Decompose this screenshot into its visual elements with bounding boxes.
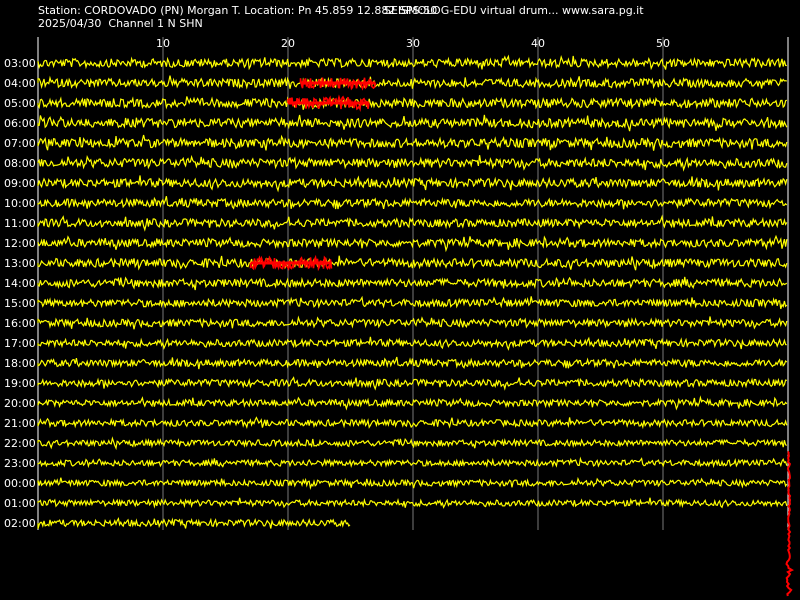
seismic-trace <box>37 234 788 253</box>
row-label: 01:00 <box>4 497 36 510</box>
seismic-trace <box>37 54 787 71</box>
row-label: 06:00 <box>4 117 36 130</box>
x-tick-label: 10 <box>156 37 170 50</box>
seismic-trace <box>37 376 787 391</box>
row-label: 11:00 <box>4 217 36 230</box>
row-label: 22:00 <box>4 437 36 450</box>
seismic-trace <box>37 75 787 90</box>
seismic-trace <box>37 255 788 271</box>
row-label: 23:00 <box>4 457 36 470</box>
row-label: 18:00 <box>4 357 36 370</box>
row-label: 15:00 <box>4 297 36 310</box>
seismic-trace <box>37 356 788 370</box>
seismic-trace <box>37 175 788 193</box>
seismic-trace <box>37 336 787 351</box>
seismic-trace <box>37 497 788 509</box>
x-tick-label: 50 <box>656 37 670 50</box>
seismic-trace <box>37 114 788 132</box>
row-label: 05:00 <box>4 97 36 110</box>
seismic-trace <box>37 196 788 210</box>
current-time-marker <box>785 451 794 597</box>
seismic-trace <box>37 517 351 529</box>
row-label: 00:00 <box>4 477 36 490</box>
row-label: 20:00 <box>4 397 36 410</box>
seismic-trace <box>37 276 788 291</box>
row-label: 12:00 <box>4 237 36 250</box>
seismic-trace <box>37 395 788 411</box>
row-label: 07:00 <box>4 137 36 150</box>
row-label: 02:00 <box>4 517 36 530</box>
row-label: 08:00 <box>4 157 36 170</box>
row-label: 19:00 <box>4 377 36 390</box>
x-tick-label: 20 <box>281 37 295 50</box>
row-label: 17:00 <box>4 337 36 350</box>
seismic-trace <box>37 134 788 151</box>
row-label: 14:00 <box>4 277 36 290</box>
seismic-trace <box>37 154 788 172</box>
seismic-trace <box>37 295 788 310</box>
seismic-trace <box>37 96 788 110</box>
row-label: 09:00 <box>4 177 36 190</box>
x-tick-label: 40 <box>531 37 545 50</box>
seismic-trace <box>37 476 788 490</box>
row-label: 03:00 <box>4 57 36 70</box>
seismic-trace <box>37 436 788 451</box>
row-label: 04:00 <box>4 77 36 90</box>
seismic-trace <box>37 214 788 232</box>
row-label: 16:00 <box>4 317 36 330</box>
x-tick-label: 30 <box>406 37 420 50</box>
seismic-drum: 10 20 30 40 50 03:00 04:00 05:00 06:00 07:00 08:00… <box>4 37 794 597</box>
row-label: 13:00 <box>4 257 36 270</box>
row-label: 21:00 <box>4 417 36 430</box>
seismic-trace <box>37 315 788 330</box>
seismic-trace <box>37 416 788 430</box>
seismic-trace <box>37 456 788 469</box>
row-label: 10:00 <box>4 197 36 210</box>
